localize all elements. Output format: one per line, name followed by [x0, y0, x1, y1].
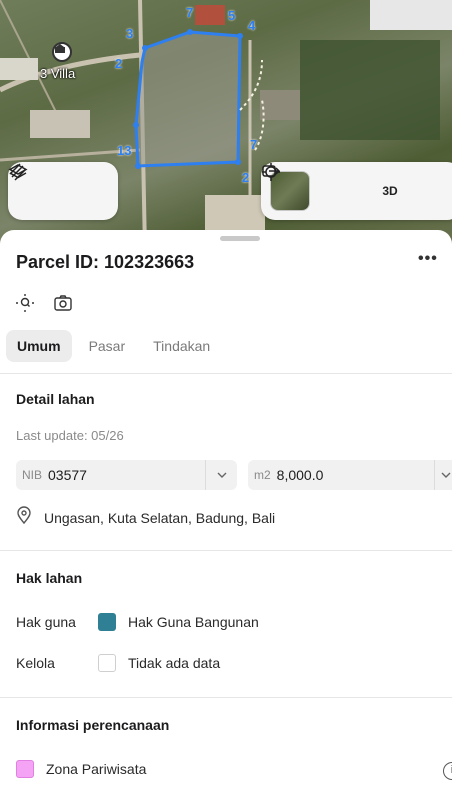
plot-number: 2 — [242, 170, 250, 185]
three-d-button[interactable]: 3D — [372, 173, 408, 209]
rights-row-label: Hak guna — [16, 614, 76, 630]
zone-row[interactable]: Zona Pariwisata — [16, 760, 146, 778]
plot-number: 5 — [228, 8, 236, 23]
plot-number: 13 — [117, 143, 132, 158]
plot-number: 3 — [126, 26, 134, 41]
tab-umum[interactable]: Umum — [6, 330, 72, 362]
rights-row-hak-guna: Hak guna Hak Guna Bangunan — [16, 613, 259, 631]
area-field[interactable]: m2 8,000.0 — [248, 460, 452, 490]
parcel-detail-sheet: Parcel ID: 102323663 ••• ✕ Umum Pasar Ti… — [0, 230, 452, 804]
nib-value: 03577 — [48, 467, 87, 483]
chevron-down-icon[interactable] — [434, 460, 452, 490]
color-swatch — [98, 613, 116, 631]
tab-bar: Umum Pasar Tindakan — [6, 330, 221, 362]
map-tools-panel — [8, 162, 118, 220]
zone-color-swatch — [16, 760, 34, 778]
color-swatch — [98, 654, 116, 672]
location-pin-icon — [16, 506, 32, 529]
divider — [0, 550, 452, 551]
plot-number: 7 — [250, 137, 258, 152]
crosshair-icon[interactable] — [262, 163, 358, 209]
title-row: Parcel ID: 102323663 ••• ✕ — [16, 250, 452, 274]
place-pin-icon[interactable] — [52, 42, 72, 62]
rights-row-kelola: Kelola Tidak ada data — [16, 654, 220, 672]
rights-row-label: Kelola — [16, 655, 55, 671]
map-view[interactable]: 3 Villa 7 5 4 3 2 13 7 2 3D — [0, 0, 452, 250]
divider — [0, 697, 452, 698]
plot-number: 2 — [115, 56, 123, 71]
zoom-to-parcel-icon[interactable] — [14, 292, 36, 314]
tab-tindakan[interactable]: Tindakan — [142, 330, 221, 362]
route-icon[interactable] — [9, 163, 105, 209]
map-view-panel: 3D — [261, 162, 452, 220]
plot-number: 7 — [186, 5, 194, 20]
divider — [0, 373, 452, 374]
share-icon[interactable] — [262, 165, 452, 209]
chevron-down-icon[interactable] — [205, 460, 237, 490]
rights-row-value: Hak Guna Bangunan — [128, 614, 259, 630]
tab-pasar[interactable]: Pasar — [78, 330, 137, 362]
info-icon[interactable]: i — [443, 762, 452, 780]
last-update: Last update: 05/26 — [16, 428, 124, 443]
more-options-button[interactable]: ••• — [418, 250, 438, 268]
place-label: 3 Villa — [40, 66, 76, 81]
detail-section-title: Detail lahan — [16, 391, 95, 407]
parcel-title: Parcel ID: 102323663 — [16, 251, 195, 272]
plot-number: 4 — [248, 18, 256, 33]
nib-prefix: NIB — [22, 468, 43, 482]
planning-section-title: Informasi perencanaan — [16, 717, 170, 733]
rights-section-title: Hak lahan — [16, 570, 83, 586]
rights-row-value: Tidak ada data — [128, 655, 221, 671]
location-row: Ungasan, Kuta Selatan, Badung, Bali — [16, 506, 275, 529]
zone-label: Zona Pariwisata — [46, 761, 147, 777]
camera-icon[interactable] — [52, 292, 74, 314]
sheet-drag-handle[interactable] — [220, 236, 260, 241]
area-prefix: m2 — [254, 468, 271, 482]
quick-actions — [14, 292, 74, 314]
nib-field[interactable]: NIB 03577 — [16, 460, 237, 490]
location-text: Ungasan, Kuta Selatan, Badung, Bali — [44, 509, 276, 526]
area-value: 8,000.0 — [276, 467, 324, 483]
